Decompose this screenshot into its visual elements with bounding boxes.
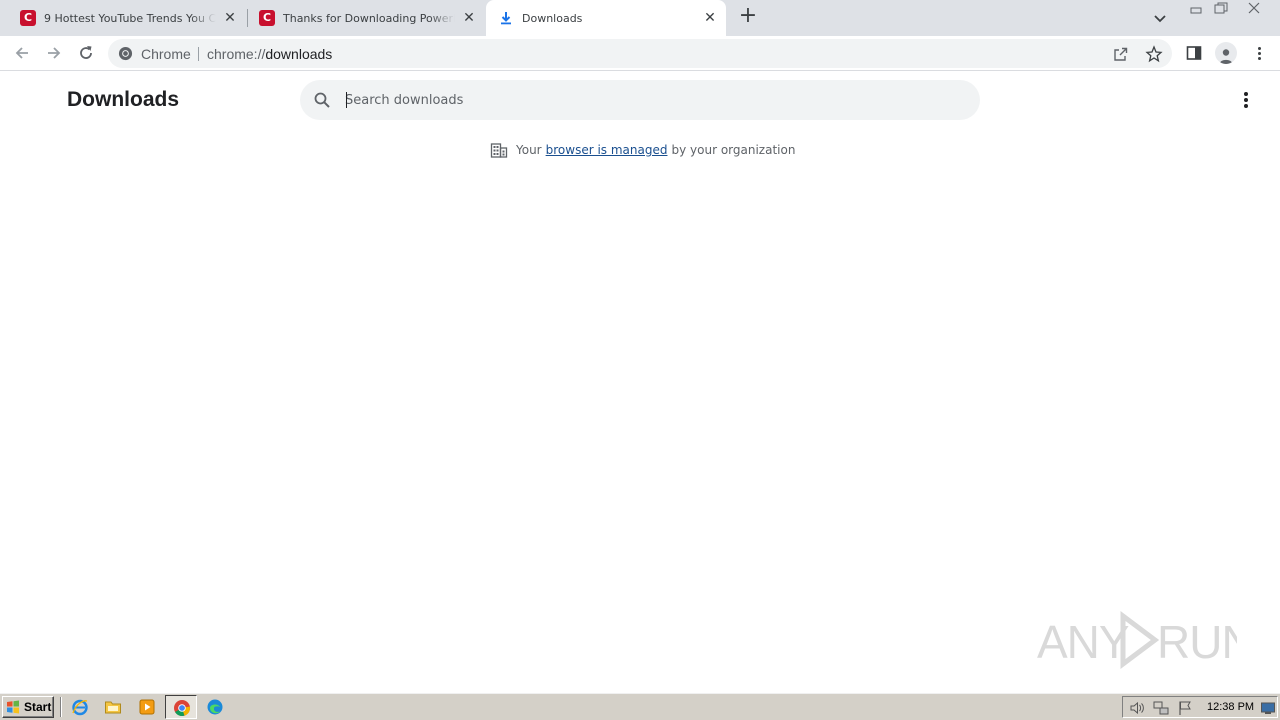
chrome-menu-button[interactable] — [1248, 42, 1270, 64]
side-panel-button[interactable] — [1183, 42, 1205, 64]
chrome-icon — [118, 46, 133, 61]
url-text: chrome://downloads — [207, 46, 333, 62]
arrow-right-icon — [48, 47, 61, 59]
system-tray: 12:38 PM — [1122, 696, 1278, 718]
taskbar-chrome-button[interactable] — [165, 695, 197, 719]
taskbar: Start 12:38 PM — [0, 692, 1280, 720]
chevron-down-icon[interactable] — [1150, 8, 1170, 28]
show-desktop-icon[interactable] — [1260, 700, 1276, 716]
tab-powerdirector[interactable]: C Thanks for Downloading PowerDirector ✕ — [247, 0, 485, 36]
bookmark-star-icon[interactable] — [1145, 45, 1163, 63]
close-tab-icon[interactable]: ✕ — [222, 10, 238, 26]
close-tab-icon[interactable]: ✕ — [461, 10, 477, 26]
chrome-icon — [174, 700, 191, 716]
svg-text:ANY: ANY — [1037, 616, 1129, 668]
taskbar-clock[interactable]: 12:38 PM — [1207, 701, 1254, 713]
internet-explorer-icon[interactable] — [71, 698, 89, 716]
page-title: Downloads — [67, 88, 180, 111]
tab-title: Downloads — [522, 11, 583, 25]
action-center-flag-icon[interactable] — [1177, 700, 1193, 716]
close-window-icon[interactable] — [1242, 0, 1266, 18]
volume-icon[interactable] — [1129, 700, 1145, 716]
share-icon[interactable] — [1112, 45, 1130, 63]
taskbar-separator — [60, 697, 62, 717]
omnibox[interactable]: Chrome chrome://downloads — [108, 39, 1172, 68]
cyberlink-icon: C — [20, 10, 36, 26]
omnibox-divider — [198, 47, 199, 61]
tab-youtube-trends[interactable]: C 9 Hottest YouTube Trends You Can't Mis… — [8, 0, 246, 36]
minimize-icon[interactable] — [1184, 0, 1208, 18]
managed-prefix: Your — [516, 143, 542, 157]
tab-strip: C 9 Hottest YouTube Trends You Can't Mis… — [0, 0, 1280, 36]
side-panel-icon — [1186, 46, 1202, 60]
svg-text:RUN: RUN — [1157, 616, 1237, 668]
search-input[interactable] — [345, 88, 945, 112]
anyrun-watermark-logo: ANY RUN — [1037, 611, 1237, 669]
text-caret — [346, 92, 347, 108]
restore-icon[interactable] — [1209, 0, 1233, 18]
business-building-icon — [490, 143, 508, 158]
search-icon — [314, 92, 330, 108]
more-actions-button[interactable] — [1236, 90, 1256, 110]
new-tab-button[interactable]: + — [736, 5, 760, 29]
close-tab-icon[interactable]: ✕ — [702, 10, 718, 26]
managed-suffix: by your organization — [671, 143, 796, 157]
start-button[interactable]: Start — [2, 696, 54, 718]
tab-downloads[interactable]: Downloads ✕ — [486, 0, 726, 36]
forward-button[interactable] — [42, 41, 66, 65]
tab-title: 9 Hottest YouTube Trends You Can't Miss — [44, 11, 216, 25]
avatar-icon — [1215, 42, 1237, 64]
edge-icon[interactable] — [206, 698, 224, 716]
back-button[interactable] — [10, 41, 34, 65]
browser-managed-link[interactable]: browser is managed — [546, 143, 668, 157]
start-label: Start — [24, 700, 52, 714]
download-icon — [501, 12, 511, 25]
search-bar[interactable] — [300, 80, 980, 120]
site-label: Chrome — [141, 46, 191, 62]
browser-toolbar: Chrome chrome://downloads — [0, 36, 1280, 71]
media-player-icon[interactable] — [138, 698, 156, 716]
arrow-left-icon — [15, 47, 28, 59]
reload-icon — [80, 46, 92, 59]
managed-notice: Your browser is managed by your organiza… — [490, 141, 795, 159]
more-vert-icon — [1257, 46, 1261, 60]
file-explorer-icon[interactable] — [104, 698, 122, 716]
network-icon[interactable] — [1153, 700, 1169, 716]
profile-button[interactable] — [1215, 42, 1237, 64]
windows-logo-icon — [7, 700, 19, 714]
reload-button[interactable] — [74, 41, 98, 65]
cyberlink-icon: C — [259, 10, 275, 26]
tab-title: Thanks for Downloading PowerDirector — [283, 11, 455, 25]
